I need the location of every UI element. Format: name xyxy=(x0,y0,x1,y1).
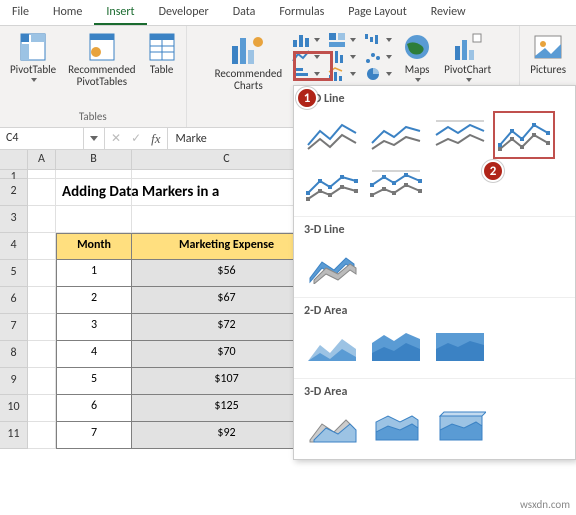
table-icon xyxy=(148,32,176,62)
cell-month[interactable]: 6 xyxy=(56,395,132,422)
row-header[interactable]: 1 xyxy=(0,170,28,179)
group-tables: PivotTable Recommended PivotTables Table… xyxy=(0,26,187,127)
cell-month[interactable]: 5 xyxy=(56,368,132,395)
column-chart-icon xyxy=(292,32,310,48)
area-chart-option[interactable] xyxy=(304,326,360,368)
ribbon-tabs: File Home Insert Developer Data Formulas… xyxy=(0,0,576,26)
chart-column-button[interactable] xyxy=(292,32,320,48)
row-header[interactable]: 5 xyxy=(0,260,28,287)
section-3d-line: 3-D Line xyxy=(294,217,575,241)
watermark: wsxdn.com xyxy=(520,498,570,511)
recommended-charts-button[interactable]: Recommended Charts xyxy=(211,30,286,94)
cell-month[interactable]: 1 xyxy=(56,260,132,287)
formula-input[interactable]: Marke xyxy=(168,129,215,149)
hierarchy-chart-icon xyxy=(328,32,346,48)
tab-file[interactable]: File xyxy=(0,0,41,25)
enter-icon[interactable]: ✓ xyxy=(131,131,141,146)
row-header[interactable]: 9 xyxy=(0,368,28,395)
annotation-badge-2: 2 xyxy=(482,160,504,182)
3d-area-option[interactable] xyxy=(304,407,360,449)
section-3d-area: 3-D Area xyxy=(294,379,575,403)
percent-stacked-line-with-markers-option[interactable] xyxy=(368,164,424,206)
select-all-corner[interactable] xyxy=(0,150,28,170)
tab-home[interactable]: Home xyxy=(41,0,94,25)
annotation-box-1 xyxy=(293,51,333,81)
pivotchart-icon xyxy=(453,32,483,62)
row-header[interactable]: 3 xyxy=(0,206,28,233)
line-with-markers-option[interactable] xyxy=(496,114,552,156)
pictures-icon xyxy=(533,32,563,62)
scatter-chart-icon xyxy=(364,49,382,65)
name-box[interactable]: C4 xyxy=(0,128,84,149)
pivotchart-button[interactable]: PivotChart xyxy=(440,30,495,84)
col-header-a[interactable]: A xyxy=(28,150,56,170)
chart-pie-button[interactable] xyxy=(364,66,392,82)
header-month: Month xyxy=(56,233,132,260)
table-button[interactable]: Table xyxy=(144,30,180,78)
cell-month[interactable]: 2 xyxy=(56,287,132,314)
line-chart-option[interactable] xyxy=(304,114,360,156)
row-header[interactable]: 2 xyxy=(0,179,28,206)
cell-month[interactable]: 3 xyxy=(56,314,132,341)
row-header[interactable]: 7 xyxy=(0,314,28,341)
pictures-button[interactable]: Pictures xyxy=(526,30,570,78)
stacked-line-with-markers-option[interactable] xyxy=(304,164,360,206)
recommended-charts-icon xyxy=(230,32,266,66)
line-chart-gallery: 2-D Line 3-D Line 2-D Area 3-D Area xyxy=(293,85,576,460)
3d-stacked-area-option[interactable] xyxy=(368,407,424,449)
3d-line-option[interactable] xyxy=(304,245,360,287)
section-2d-area: 2-D Area xyxy=(294,298,575,322)
fx-icon[interactable]: fx xyxy=(151,131,160,147)
pivottable-icon xyxy=(19,32,47,62)
row-header[interactable]: 4 xyxy=(0,233,28,260)
chart-waterfall-button[interactable] xyxy=(364,32,392,48)
3d-percent-stacked-area-option[interactable] xyxy=(432,407,488,449)
pivottable-button[interactable]: PivotTable xyxy=(6,30,60,84)
section-2d-line: 2-D Line xyxy=(294,86,575,110)
pie-chart-icon xyxy=(364,66,382,82)
percent-stacked-line-option[interactable] xyxy=(432,114,488,156)
tab-formulas[interactable]: Formulas xyxy=(267,0,336,25)
row-header[interactable]: 10 xyxy=(0,395,28,422)
tab-data[interactable]: Data xyxy=(221,0,268,25)
row-header[interactable]: 11 xyxy=(0,422,28,449)
cell-month[interactable]: 7 xyxy=(56,422,132,449)
row-header[interactable]: 8 xyxy=(0,341,28,368)
chevron-down-icon xyxy=(31,78,37,82)
recommended-pivottables-button[interactable]: Recommended PivotTables xyxy=(64,30,139,90)
waterfall-chart-icon xyxy=(364,32,382,48)
tab-pagelayout[interactable]: Page Layout xyxy=(336,0,418,25)
col-header-b[interactable]: B xyxy=(56,150,132,170)
maps-button[interactable]: Maps xyxy=(398,30,436,84)
row-header[interactable]: 6 xyxy=(0,287,28,314)
recommended-pivottables-icon xyxy=(88,32,116,62)
cancel-icon[interactable]: ✕ xyxy=(111,131,121,146)
sheet-title: Adding Data Markers in a xyxy=(56,179,132,206)
percent-stacked-area-option[interactable] xyxy=(432,326,488,368)
maps-icon xyxy=(402,32,432,62)
annotation-badge-1: 1 xyxy=(296,87,318,109)
stacked-area-option[interactable] xyxy=(368,326,424,368)
stacked-line-option[interactable] xyxy=(368,114,424,156)
tab-insert[interactable]: Insert xyxy=(94,0,146,25)
namebox-dropdown-icon[interactable] xyxy=(90,136,98,141)
tab-review[interactable]: Review xyxy=(419,0,478,25)
chart-hierarchy-button[interactable] xyxy=(328,32,356,48)
cell-month[interactable]: 4 xyxy=(56,341,132,368)
tab-developer[interactable]: Developer xyxy=(147,0,221,25)
chart-scatter-button[interactable] xyxy=(364,49,392,65)
